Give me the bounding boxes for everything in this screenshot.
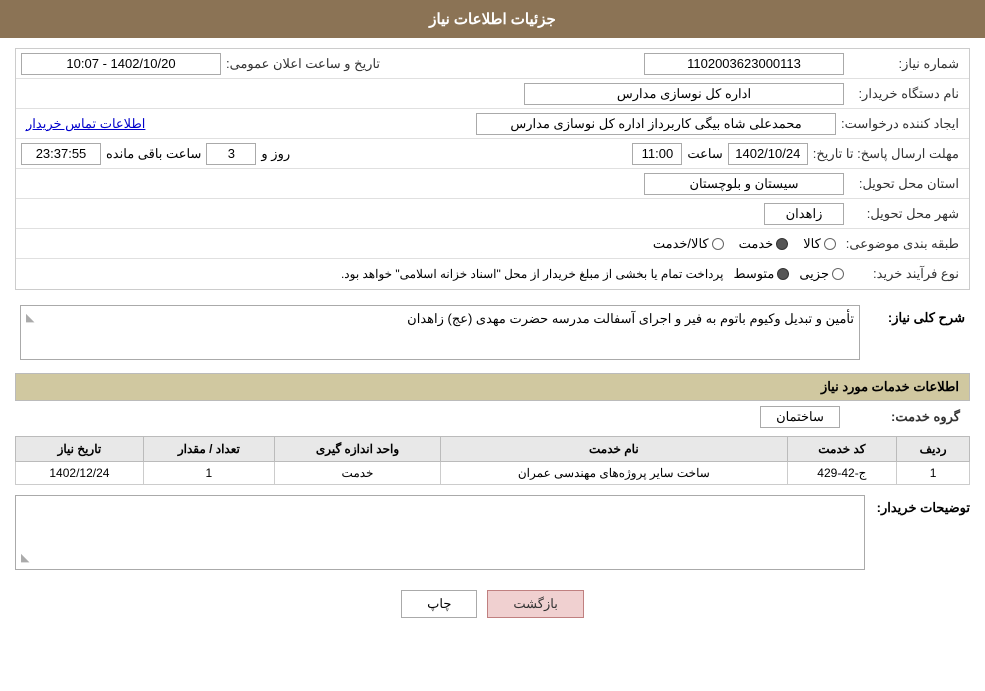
row-buyer-org: نام دستگاه خریدار: اداره کل نوسازی مدارس xyxy=(16,79,969,109)
deadline-time-label: ساعت xyxy=(682,146,727,162)
buyer-notes-box: ◣ xyxy=(15,495,865,570)
main-info-section: شماره نیاز: 1102003623000113 تاریخ و ساع… xyxy=(15,48,970,290)
category-kala-label: کالا xyxy=(803,236,821,252)
category-label: طبقه بندی موضوعی: xyxy=(841,236,964,252)
row-need-number: شماره نیاز: 1102003623000113 تاریخ و ساع… xyxy=(16,49,969,79)
print-button[interactable]: چاپ xyxy=(401,590,477,618)
row-province: استان محل تحویل: سیستان و بلوچستان xyxy=(16,169,969,199)
deadline-date: 1402/10/24 xyxy=(728,143,808,165)
buyer-notes-section: توضیحات خریدار: ◣ xyxy=(15,495,970,570)
process-option-motavaser[interactable]: متوسط xyxy=(733,266,789,282)
col-name: نام خدمت xyxy=(441,437,787,462)
cell-name: ساخت سایر پروژه‌های مهندسی عمران xyxy=(441,462,787,485)
radio-khedmat xyxy=(776,238,788,250)
radio-kala xyxy=(824,238,836,250)
deadline-label: مهلت ارسال پاسخ: تا تاریخ: xyxy=(808,146,964,162)
need-description-value: تأمین و تبدیل وکیوم باتوم به فیر و اجرای… xyxy=(407,311,854,326)
need-description-label: شرح کلی نیاز: xyxy=(865,305,965,326)
process-label: نوع فرآیند خرید: xyxy=(844,266,964,282)
buttons-row: بازگشت چاپ xyxy=(15,580,970,628)
col-date: تاریخ نیاز xyxy=(16,437,144,462)
category-option-khedmat[interactable]: خدمت xyxy=(739,236,789,252)
category-option-kala[interactable]: کالا xyxy=(803,236,836,252)
col-unit: واحد اندازه گیری xyxy=(274,437,440,462)
process-jozi-label: جزیی xyxy=(799,266,829,282)
process-note: پرداخت تمام یا بخشی از مبلغ خریدار از مح… xyxy=(341,267,724,281)
process-option-jozi[interactable]: جزیی xyxy=(799,266,844,282)
category-kala-khedmat-label: کالا/خدمت xyxy=(653,236,709,252)
need-description-box: تأمین و تبدیل وکیوم باتوم به فیر و اجرای… xyxy=(20,305,860,360)
announce-date-value: 1402/10/20 - 10:07 xyxy=(21,53,221,75)
need-description-section: شرح کلی نیاز: تأمین و تبدیل وکیوم باتوم … xyxy=(15,300,970,365)
need-number-value: 1102003623000113 xyxy=(644,53,844,75)
contact-link[interactable]: اطلاعات تماس خریدار xyxy=(21,116,150,132)
city-value: زاهدان xyxy=(764,203,844,225)
creator-label: ایجاد کننده درخواست: xyxy=(836,116,964,132)
radio-kala-khedmat xyxy=(712,238,724,250)
page-header: جزئیات اطلاعات نیاز xyxy=(0,0,985,38)
buyer-notes-label: توضیحات خریدار: xyxy=(870,495,970,516)
cell-unit: خدمت xyxy=(274,462,440,485)
radio-motavaser xyxy=(777,268,789,280)
page-wrapper: جزئیات اطلاعات نیاز شماره نیاز: 11020036… xyxy=(0,0,985,691)
cell-quantity: 1 xyxy=(143,462,274,485)
province-label: استان محل تحویل: xyxy=(844,176,964,192)
creator-value: محمدعلی شاه بیگی کاربرداز اداره کل نوساز… xyxy=(476,113,836,135)
deadline-remaining-label: ساعت باقی مانده xyxy=(101,146,206,162)
services-table: ردیف کد خدمت نام خدمت واحد اندازه گیری ت… xyxy=(15,436,970,485)
cell-date: 1402/12/24 xyxy=(16,462,144,485)
need-number-label: شماره نیاز: xyxy=(844,56,964,72)
province-value: سیستان و بلوچستان xyxy=(644,173,844,195)
deadline-time: 11:00 xyxy=(632,143,682,165)
col-row: ردیف xyxy=(897,437,970,462)
row-creator: ایجاد کننده درخواست: محمدعلی شاه بیگی کا… xyxy=(16,109,969,139)
buyer-org-value: اداره کل نوسازی مدارس xyxy=(524,83,844,105)
service-group-row: گروه خدمت: ساختمان xyxy=(15,406,970,428)
service-group-label: گروه خدمت: xyxy=(845,409,965,425)
cell-code: ج-42-429 xyxy=(787,462,897,485)
announce-date-label: تاریخ و ساعت اعلان عمومی: xyxy=(221,56,385,72)
back-button[interactable]: بازگشت xyxy=(487,590,583,618)
cell-row: 1 xyxy=(897,462,970,485)
service-group-value: ساختمان xyxy=(760,406,840,428)
row-deadline: مهلت ارسال پاسخ: تا تاریخ: 1402/10/24 سا… xyxy=(16,139,969,169)
category-option-kala-khedmat[interactable]: کالا/خدمت xyxy=(653,236,724,252)
deadline-remaining: 23:37:55 xyxy=(21,143,101,165)
buyer-org-label: نام دستگاه خریدار: xyxy=(844,86,964,102)
services-table-section: ردیف کد خدمت نام خدمت واحد اندازه گیری ت… xyxy=(15,436,970,485)
row-category: طبقه بندی موضوعی: کالا خدمت کالا/خدمت xyxy=(16,229,969,259)
deadline-days-label: روز و xyxy=(256,146,295,162)
process-type-group: جزیی متوسط پرداخت تمام یا بخشی از مبلغ خ… xyxy=(21,266,844,282)
main-content: شماره نیاز: 1102003623000113 تاریخ و ساع… xyxy=(0,38,985,638)
city-label: شهر محل تحویل: xyxy=(844,206,964,222)
table-row: 1 ج-42-429 ساخت سایر پروژه‌های مهندسی عم… xyxy=(16,462,970,485)
col-code: کد خدمت xyxy=(787,437,897,462)
table-header-row: ردیف کد خدمت نام خدمت واحد اندازه گیری ت… xyxy=(16,437,970,462)
services-section-header: اطلاعات خدمات مورد نیاز xyxy=(15,373,970,401)
process-motavaser-label: متوسط xyxy=(733,266,774,282)
deadline-days: 3 xyxy=(206,143,256,165)
col-quantity: تعداد / مقدار xyxy=(143,437,274,462)
category-radio-group: کالا خدمت کالا/خدمت xyxy=(648,236,841,252)
category-khedmat-label: خدمت xyxy=(739,236,774,252)
page-title: جزئیات اطلاعات نیاز xyxy=(429,11,556,28)
radio-jozi xyxy=(832,268,844,280)
row-city: شهر محل تحویل: زاهدان xyxy=(16,199,969,229)
row-process-type: نوع فرآیند خرید: جزیی متوسط پرداخت تمام … xyxy=(16,259,969,289)
